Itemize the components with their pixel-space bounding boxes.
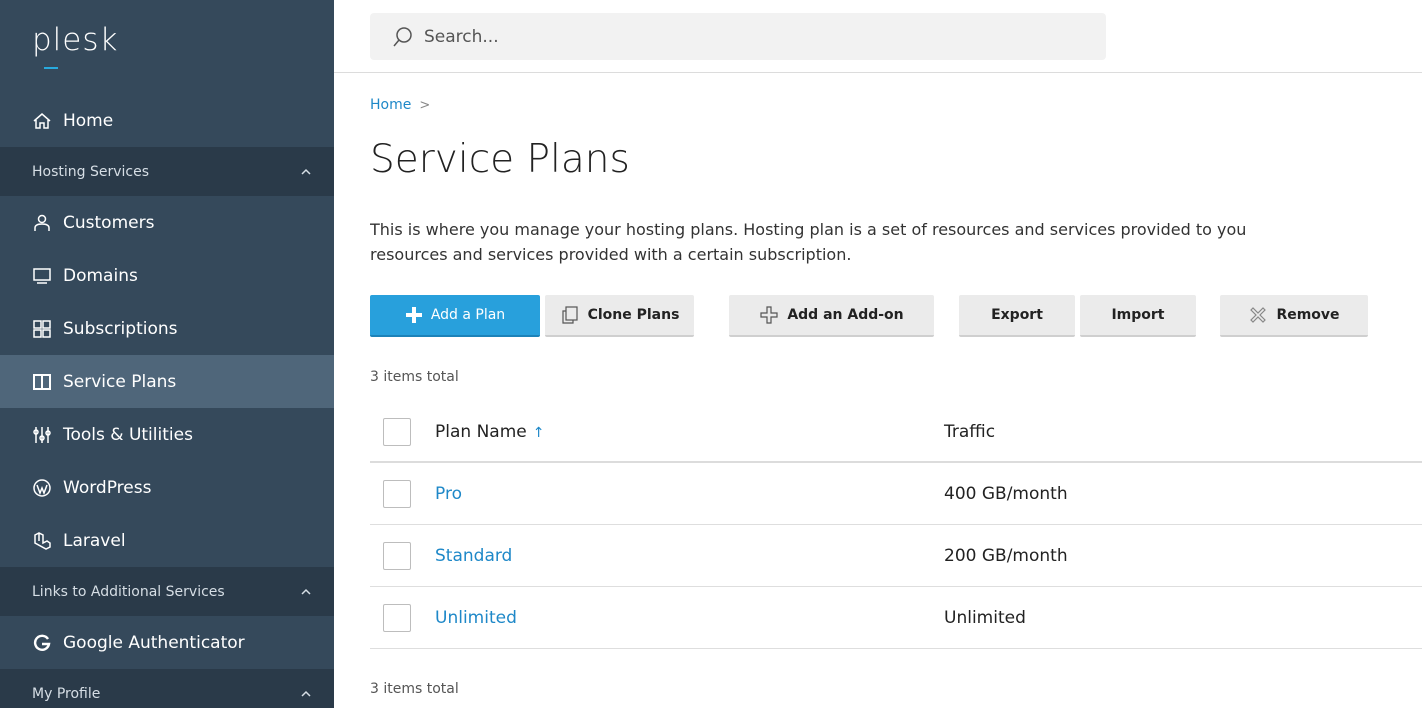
traffic-value: 200 GB/month — [944, 545, 1068, 566]
row-checkbox[interactable] — [383, 603, 411, 632]
remove-label: Remove — [1276, 307, 1340, 323]
breadcrumb: Home > — [370, 97, 430, 113]
clone-icon — [561, 306, 578, 324]
laravel-icon — [32, 531, 52, 551]
google-icon — [32, 633, 52, 653]
sidebar-item-google-authenticator[interactable]: Google Authenticator — [0, 616, 334, 669]
section-label: My Profile — [32, 685, 101, 702]
logo-underline — [44, 67, 58, 69]
sidebar-item-label: Service Plans — [63, 371, 177, 392]
sidebar-item-service-plans[interactable]: Service Plans — [0, 355, 334, 408]
search-icon — [393, 26, 412, 46]
sidebar-section-my-profile[interactable]: My Profile — [0, 669, 334, 708]
tools-icon — [32, 425, 52, 445]
column-header-plan-name[interactable]: Plan Name ↑ — [435, 422, 544, 442]
page-title: Service Plans — [370, 137, 630, 182]
row-checkbox[interactable] — [383, 479, 411, 508]
plesk-logo[interactable]: plesk — [0, 0, 334, 94]
sidebar-item-label: Google Authenticator — [63, 632, 245, 653]
section-label: Hosting Services — [32, 163, 150, 180]
search-box[interactable] — [370, 13, 1106, 60]
import-label: Import — [1111, 307, 1165, 323]
add-addon-button[interactable]: Add an Add-on — [729, 295, 934, 337]
sidebar-item-label: Tools & Utilities — [63, 424, 193, 445]
column-header-traffic: Traffic — [944, 422, 996, 442]
clone-plans-label: Clone Plans — [587, 307, 680, 323]
top-bar — [334, 0, 1422, 73]
traffic-value: 400 GB/month — [944, 483, 1068, 504]
sidebar-item-label: WordPress — [63, 477, 152, 498]
add-plan-label: Add a Plan — [430, 307, 506, 323]
home-icon — [32, 111, 52, 131]
breadcrumb-separator: > — [419, 97, 431, 113]
chevron-up-icon — [301, 690, 311, 697]
sidebar-item-home[interactable]: Home — [0, 94, 334, 147]
plan-name-link[interactable]: Unlimited — [435, 608, 517, 628]
table-row: Unlimited Unlimited — [370, 587, 1422, 649]
items-total-top: 3 items total — [370, 369, 459, 385]
sidebar-item-laravel[interactable]: Laravel — [0, 514, 334, 567]
sort-arrow-icon: ↑ — [532, 425, 545, 441]
sidebar-section-hosting-services[interactable]: Hosting Services — [0, 147, 334, 196]
chevron-up-icon — [301, 168, 311, 175]
add-addon-label: Add an Add-on — [787, 307, 904, 323]
chevron-up-icon — [301, 588, 311, 595]
remove-button[interactable]: Remove — [1220, 295, 1368, 337]
export-button[interactable]: Export — [959, 295, 1075, 337]
user-icon — [32, 213, 52, 233]
sidebar-item-label: Home — [63, 110, 114, 131]
clone-plans-button[interactable]: Clone Plans — [545, 295, 694, 337]
sidebar: plesk Home Hosting Services Customers Do… — [0, 0, 334, 708]
plan-name-link[interactable]: Standard — [435, 546, 512, 566]
remove-icon — [1250, 307, 1267, 323]
sidebar-item-wordpress[interactable]: WordPress — [0, 461, 334, 514]
table-row: Pro 400 GB/month — [370, 463, 1422, 525]
grid-icon — [32, 319, 52, 339]
sidebar-item-tools-utilities[interactable]: Tools & Utilities — [0, 408, 334, 461]
traffic-value: Unlimited — [944, 607, 1026, 628]
items-total-bottom: 3 items total — [370, 681, 459, 697]
plans-table: Plan Name ↑ Traffic Pro 400 GB/month Stan… — [370, 403, 1422, 649]
search-input[interactable] — [424, 26, 1024, 47]
sidebar-section-links-additional[interactable]: Links to Additional Services — [0, 567, 334, 616]
export-label: Export — [991, 307, 1043, 323]
description-line: This is where you manage your hosting pl… — [370, 220, 1247, 239]
monitor-icon — [32, 266, 52, 286]
breadcrumb-home[interactable]: Home — [370, 97, 411, 113]
sidebar-item-label: Laravel — [63, 530, 126, 551]
add-plan-button[interactable]: Add a Plan — [370, 295, 540, 337]
sidebar-item-label: Customers — [63, 212, 155, 233]
table-header-row: Plan Name ↑ Traffic — [370, 403, 1422, 463]
section-label: Links to Additional Services — [32, 583, 225, 600]
sidebar-item-customers[interactable]: Customers — [0, 196, 334, 249]
plus-icon — [405, 307, 422, 323]
plan-name-link[interactable]: Pro — [435, 484, 462, 504]
description-line: resources and services provided with a c… — [370, 245, 852, 264]
sidebar-item-label: Subscriptions — [63, 318, 178, 339]
toolbar: Add a Plan Clone Plans Add an Add-on Exp… — [370, 295, 1422, 337]
main-content: Home > Service Plans This is where you m… — [370, 73, 1422, 708]
table-row: Standard 200 GB/month — [370, 525, 1422, 587]
import-button[interactable]: Import — [1080, 295, 1196, 337]
sidebar-item-label: Domains — [63, 265, 138, 286]
plus-outline-icon — [760, 306, 778, 324]
page-description: This is where you manage your hosting pl… — [370, 217, 1422, 267]
logo-text: plesk — [32, 22, 119, 58]
book-icon — [32, 372, 52, 392]
wordpress-icon — [32, 478, 52, 498]
row-checkbox[interactable] — [383, 541, 411, 570]
select-all-checkbox[interactable] — [383, 418, 411, 446]
sidebar-item-domains[interactable]: Domains — [0, 249, 334, 302]
sidebar-item-subscriptions[interactable]: Subscriptions — [0, 302, 334, 355]
column-header-label: Plan Name — [435, 422, 527, 442]
